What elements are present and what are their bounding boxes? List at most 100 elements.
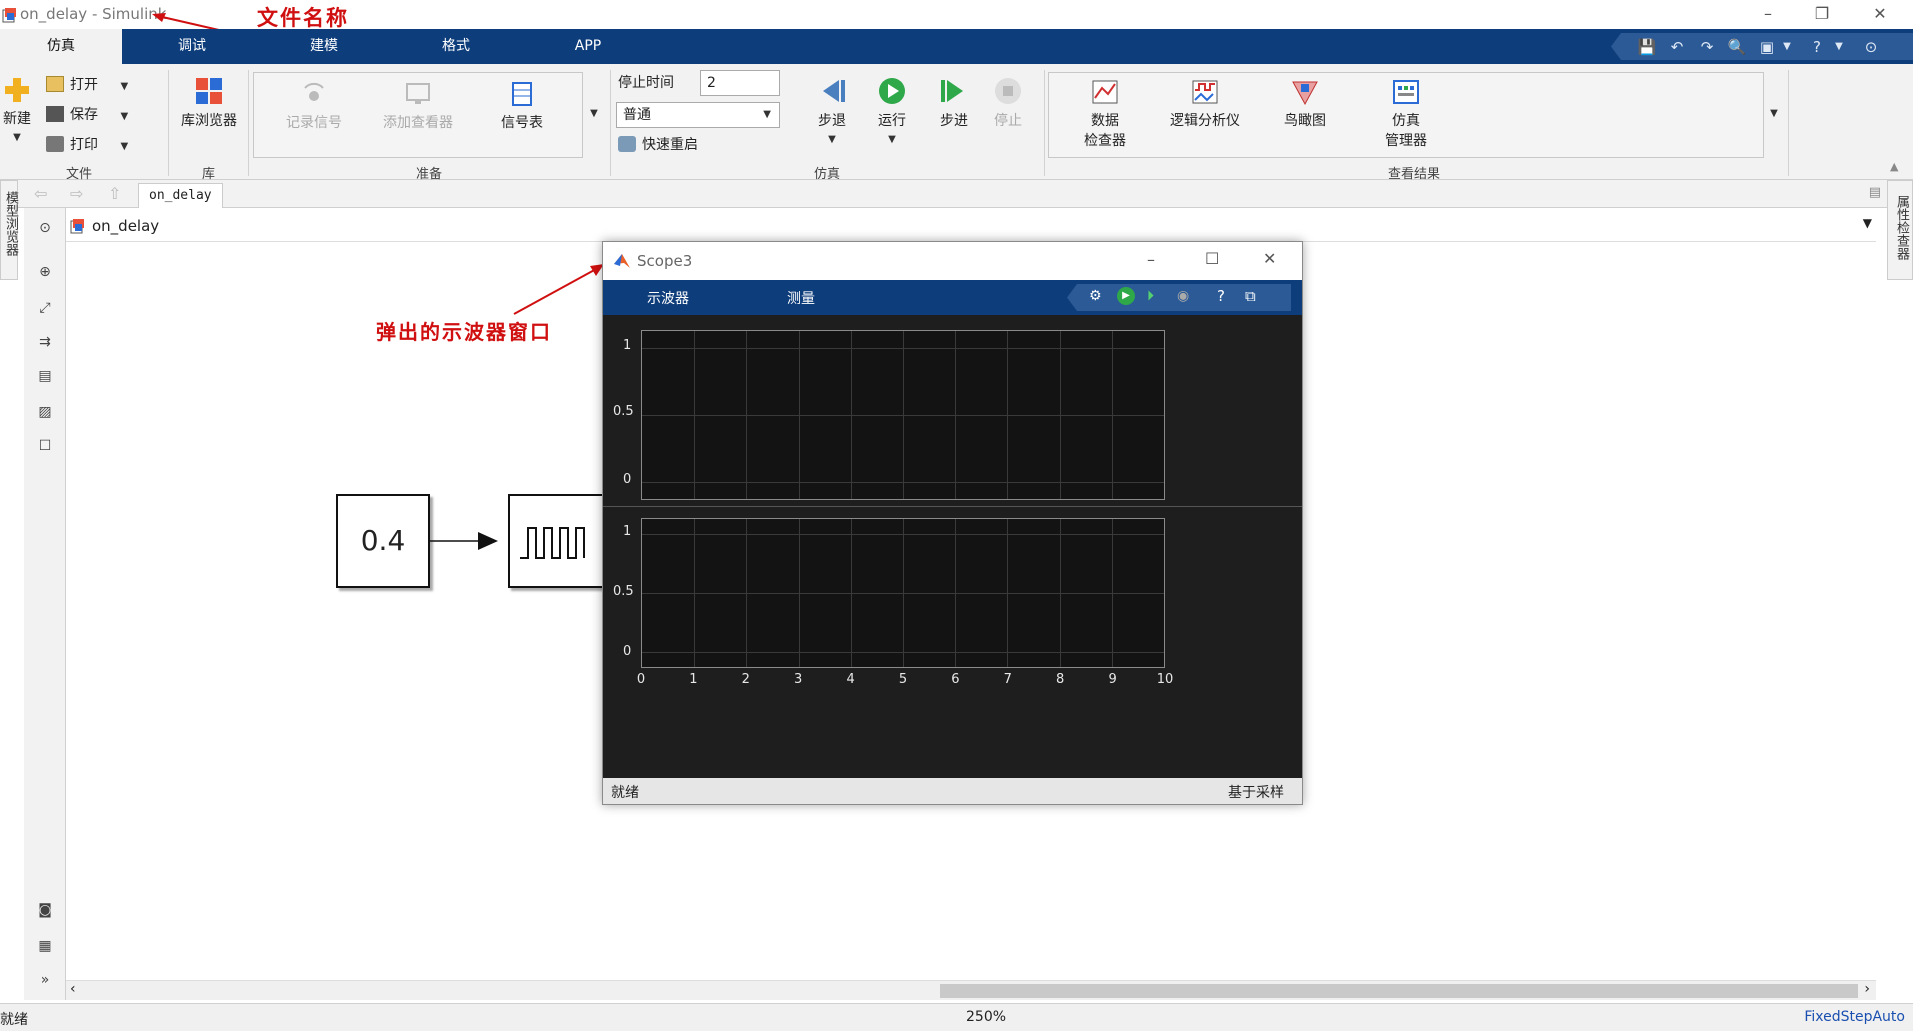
maximize-button[interactable]: ☐ [1205, 249, 1219, 268]
grid-line-horizontal [642, 347, 1164, 349]
back-arrow-icon[interactable]: ⇦ [34, 184, 47, 203]
minimize-button[interactable]: – [1147, 250, 1155, 269]
sim-manager-label-2: 管理器 [1385, 133, 1427, 149]
fast-restart-icon [618, 136, 636, 152]
hide-palette-icon[interactable]: ⊙ [35, 218, 55, 238]
sim-manager-label-1: 仿真 [1392, 113, 1420, 129]
record-signal-icon [304, 82, 324, 101]
chevron-down-icon[interactable]: ▼ [1863, 216, 1872, 230]
address-path[interactable]: on_delay [92, 217, 159, 235]
save-icon[interactable]: 💾 [1637, 37, 1657, 57]
data-inspector-icon [1092, 80, 1118, 104]
scope-status-bar: 就绪 基于采样 [603, 778, 1302, 804]
hide-explorer-icon[interactable]: ▤ [1869, 185, 1881, 200]
signal-table-button[interactable]: 信号表 [486, 80, 558, 132]
tab-simulation[interactable]: 仿真 [0, 29, 122, 64]
tab-format[interactable]: 格式 [414, 29, 498, 64]
forward-arrow-icon[interactable]: ⇨ [70, 184, 83, 203]
x-axis-ticks: 0 1 2 3 4 5 6 7 8 9 10 [637, 672, 1173, 690]
sim-manager-button[interactable]: 仿真 管理器 [1368, 78, 1444, 150]
tab-measure[interactable]: 测量 [787, 288, 815, 308]
scrollbar-thumb[interactable] [940, 984, 1858, 998]
horizontal-scrollbar[interactable]: ‹ › [66, 980, 1876, 1000]
constant-block[interactable]: 0.4 [336, 494, 430, 588]
status-bar: 就绪 250% FixedStepAuto [0, 1003, 1913, 1031]
data-inspector-button[interactable]: 数据 检查器 [1070, 78, 1140, 150]
property-icon[interactable]: ▦ [35, 936, 55, 956]
add-viewer-button[interactable]: 添加查看器 [372, 80, 464, 132]
scope-title-bar: Scope3 – ☐ ✕ [603, 242, 1302, 280]
redo-icon[interactable]: ↷ [1697, 37, 1717, 57]
scroll-right-icon[interactable]: › [1864, 981, 1870, 997]
results-expand-button[interactable]: ▼ [1764, 104, 1784, 120]
annotation-filename: 文件名称 [257, 5, 349, 30]
view-icon[interactable]: ▣ [1757, 37, 1777, 57]
step-forward-icon[interactable]: ⏵ [1147, 288, 1154, 304]
prepare-expand-button[interactable]: ▼ [584, 104, 604, 120]
close-button[interactable]: ✕ [1860, 3, 1900, 25]
area-icon[interactable]: ☐ [35, 436, 55, 456]
save-button[interactable]: 保存 ▼ [46, 104, 128, 126]
birdseye-button[interactable]: 鸟瞰图 [1270, 78, 1340, 130]
solver-link[interactable]: FixedStepAuto [1804, 1009, 1905, 1025]
zoom-icon[interactable]: ⊕ [35, 262, 55, 282]
tab-scope[interactable]: 示波器 [647, 288, 689, 308]
chevron-down-icon[interactable]: ▼ [1829, 37, 1849, 57]
image-icon[interactable]: ▨ [35, 402, 55, 422]
help-icon[interactable]: ? [1807, 37, 1827, 57]
new-button[interactable]: 新建 ▼ [0, 76, 34, 144]
model-tab[interactable]: on_delay [138, 183, 223, 208]
grid-line-horizontal [642, 415, 1164, 416]
undock-icon[interactable]: ⧉ [1245, 287, 1256, 305]
run-icon[interactable]: ▶ [1117, 287, 1135, 305]
scroll-left-icon[interactable]: ‹ [70, 981, 76, 997]
search-icon[interactable]: 🔍 [1727, 37, 1747, 57]
close-button[interactable]: ✕ [1263, 249, 1276, 268]
library-browser-label: 库浏览器 [181, 113, 237, 129]
stop-time-input[interactable]: 2 [700, 70, 780, 96]
plot1-ytick: 0 [623, 472, 632, 487]
logic-analyzer-label: 逻辑分析仪 [1170, 113, 1240, 129]
tab-modeling[interactable]: 建模 [282, 29, 366, 64]
restore-button[interactable]: ❐ [1802, 3, 1842, 25]
settings-icon[interactable]: ⚙ [1089, 288, 1102, 304]
print-button[interactable]: 打印 ▼ [46, 134, 128, 156]
arrow-icon[interactable]: ⇉ [35, 332, 55, 352]
camera-icon[interactable]: ◙ [35, 900, 55, 920]
model-browser-panel[interactable]: 模型浏览器 [0, 180, 18, 280]
scope-plot-2[interactable] [641, 518, 1165, 668]
address-bar: on_delay ▼ [66, 212, 1876, 242]
scope-plot-1[interactable] [641, 330, 1165, 500]
annotation-icon[interactable]: ▤ [35, 366, 55, 386]
open-button[interactable]: 打开 ▼ [46, 74, 128, 96]
step-forward-label: 步进 [940, 113, 968, 129]
x-tick-label: 4 [846, 672, 855, 687]
tab-debug[interactable]: 调试 [150, 29, 234, 64]
add-viewer-label: 添加查看器 [383, 115, 453, 131]
logic-analyzer-button[interactable]: 逻辑分析仪 [1160, 78, 1250, 130]
library-browser-button[interactable]: 库浏览器 [176, 76, 242, 130]
property-inspector-panel[interactable]: 属性检查器 [1887, 180, 1913, 280]
up-arrow-icon[interactable]: ⇧ [108, 184, 121, 203]
chevron-up-icon[interactable]: ▲ [1890, 160, 1898, 173]
step-back-button[interactable]: 步退 ▼ [812, 76, 852, 146]
chevron-down-icon[interactable]: ▼ [1777, 37, 1797, 57]
fit-view-icon[interactable]: ⤢ [35, 298, 55, 318]
help-icon[interactable]: ? [1217, 287, 1225, 305]
signal-table-label: 信号表 [501, 115, 543, 131]
simulation-mode-select[interactable]: 普通 ▼ [616, 102, 780, 128]
x-tick-label: 6 [951, 672, 960, 687]
minimize-button[interactable]: – [1748, 3, 1788, 25]
record-signal-button[interactable]: 记录信号 [276, 80, 352, 132]
stop-button[interactable]: 停止 [988, 76, 1028, 130]
stop-icon[interactable]: ◉ [1177, 288, 1189, 304]
run-button[interactable]: 运行 ▼ [872, 76, 912, 146]
step-forward-button[interactable]: 步进 [934, 76, 974, 130]
undo-icon[interactable]: ↶ [1667, 37, 1687, 57]
double-chevron-icon[interactable]: » [35, 970, 55, 990]
plot-divider [603, 506, 1302, 507]
signal-line[interactable] [430, 530, 500, 552]
tab-apps[interactable]: APP [546, 29, 630, 64]
fast-restart-button[interactable]: 快速重启 [618, 134, 698, 156]
collapse-ribbon-icon[interactable]: ⊙ [1861, 37, 1881, 57]
